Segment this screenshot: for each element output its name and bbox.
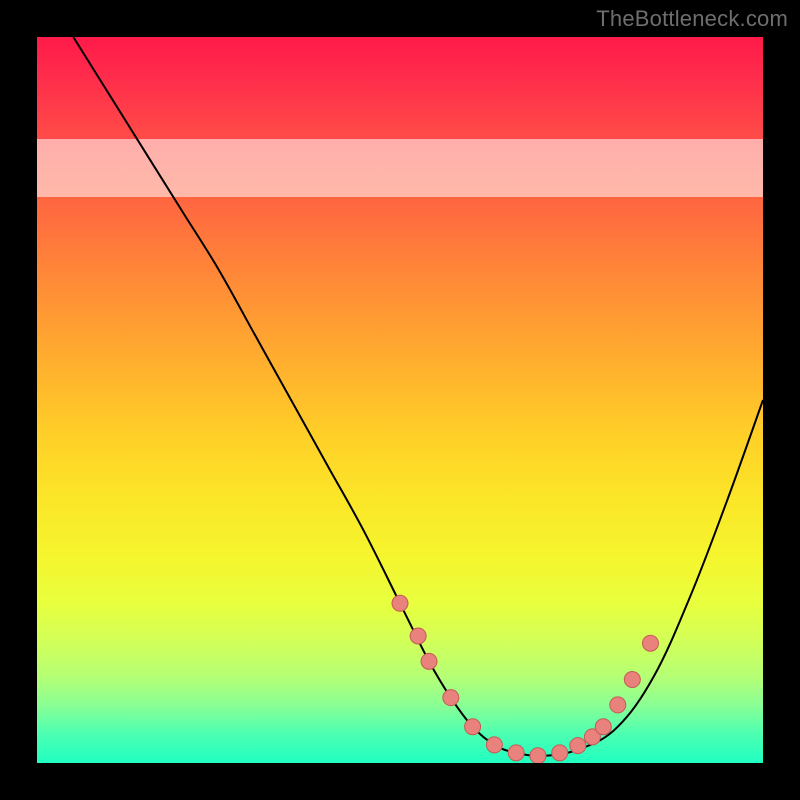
data-marker bbox=[570, 738, 586, 754]
data-marker bbox=[486, 737, 502, 753]
watermark-text: TheBottleneck.com bbox=[596, 6, 788, 32]
data-marker bbox=[443, 690, 459, 706]
data-marker bbox=[552, 745, 568, 761]
bottleneck-curve bbox=[73, 37, 763, 756]
curve-layer bbox=[37, 37, 763, 763]
data-marker bbox=[465, 719, 481, 735]
data-marker bbox=[610, 697, 626, 713]
chart-area bbox=[37, 37, 763, 763]
data-marker bbox=[642, 635, 658, 651]
data-marker bbox=[595, 719, 611, 735]
data-marker bbox=[410, 628, 426, 644]
data-marker bbox=[624, 672, 640, 688]
data-marker bbox=[392, 595, 408, 611]
data-marker bbox=[508, 745, 524, 761]
data-marker bbox=[421, 653, 437, 669]
data-marker bbox=[530, 748, 546, 763]
